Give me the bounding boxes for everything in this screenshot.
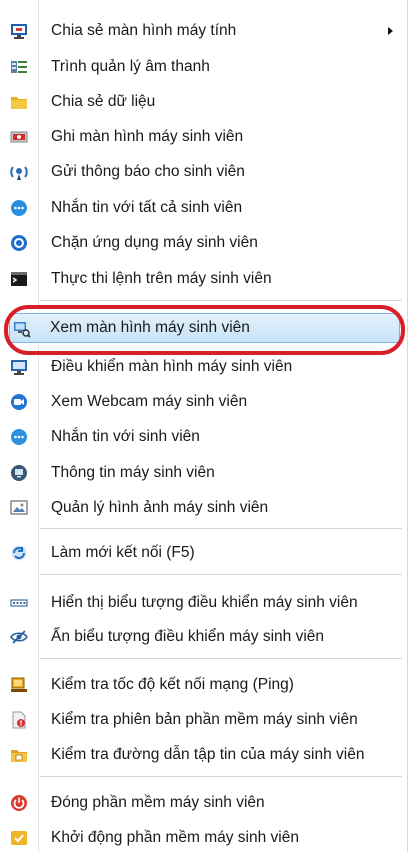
menu-item-execute-command[interactable]: Thực thi lệnh trên máy sinh viên <box>2 264 405 294</box>
start-app-icon <box>10 829 28 847</box>
menu-separator <box>40 528 402 529</box>
menu-separator <box>40 574 402 575</box>
menu-item-check-version[interactable]: Kiểm tra phiên bản phần mềm máy sinh viê… <box>2 705 405 735</box>
terminal-icon <box>10 270 28 288</box>
menu-item-label: Kiểm tra phiên bản phần mềm máy sinh viê… <box>51 711 358 728</box>
menu-item-share-data[interactable]: Chia sẻ dữ liệu <box>2 87 405 117</box>
menu-item-label: Chặn ứng dụng máy sinh viên <box>51 234 258 251</box>
menu-item-label: Ghi màn hình máy sinh viên <box>51 128 244 145</box>
power-icon <box>10 794 28 812</box>
monitor-share-icon <box>10 22 28 40</box>
menu-item-audio-manager[interactable]: Trình quản lý âm thanh <box>2 52 405 82</box>
menu-item-record-screen[interactable]: Ghi màn hình máy sinh viên <box>2 122 405 152</box>
menu-item-student-info[interactable]: Thông tin máy sinh viên <box>2 458 405 488</box>
menu-item-ping-test[interactable]: Kiểm tra tốc độ kết nối mạng (Ping) <box>2 670 405 700</box>
submenu-arrow-icon <box>388 27 393 35</box>
menu-item-show-control-icons[interactable]: Hiển thị biểu tượng điều khiển máy sinh … <box>2 588 405 618</box>
broadcast-icon <box>10 163 28 181</box>
menu-item-label: Thực thi lệnh trên máy sinh viên <box>51 270 272 287</box>
menu-item-label: Điều khiển màn hình máy sinh viên <box>51 358 293 375</box>
webcam-icon <box>10 393 28 411</box>
menu-item-label: Nhắn tin với sinh viên <box>51 428 200 445</box>
record-screen-icon <box>10 128 28 146</box>
menu-item-close-software[interactable]: Đóng phần mềm máy sinh viên <box>2 788 405 818</box>
menu-item-label: Trình quản lý âm thanh <box>51 58 210 75</box>
menu-item-label: Khởi động phần mềm máy sinh viên <box>51 829 299 846</box>
menu-item-send-notification[interactable]: Gửi thông báo cho sinh viên <box>2 157 405 187</box>
hide-icons-icon <box>10 628 28 646</box>
menu-item-label: Chia sẻ dữ liệu <box>51 93 156 110</box>
refresh-icon <box>10 544 28 562</box>
audio-manager-icon <box>10 58 28 76</box>
menu-separator <box>40 658 402 659</box>
menu-item-label: Xem Webcam máy sinh viên <box>51 393 248 410</box>
menu-item-label: Đóng phần mềm máy sinh viên <box>51 794 265 811</box>
menu-item-label: Kiểm tra tốc độ kết nối mạng (Ping) <box>51 676 294 693</box>
menu-item-label: Xem màn hình máy sinh viên <box>50 319 250 336</box>
menu-separator <box>40 300 402 301</box>
menu-item-label: Chia sẻ màn hình máy tính <box>51 22 237 39</box>
menu-item-remote-control[interactable]: Điều khiển màn hình máy sinh viên <box>2 352 405 382</box>
ping-icon <box>10 676 28 694</box>
context-menu: Chia sẻ màn hình máy tính Trình quản lý … <box>0 0 408 852</box>
chat-bubble-icon <box>10 199 28 217</box>
menu-item-label: Nhắn tin với tất cả sinh viên <box>51 199 243 216</box>
menu-item-check-file-path[interactable]: Kiểm tra đường dẫn tập tin của máy sinh … <box>2 740 405 770</box>
menu-item-block-apps[interactable]: Chặn ứng dụng máy sinh viên <box>2 228 405 258</box>
menu-item-label: Ẩn biểu tượng điều khiển máy sinh viên <box>51 628 325 645</box>
menu-item-label: Gửi thông báo cho sinh viên <box>51 163 245 180</box>
menu-item-start-software[interactable]: Khởi động phần mềm máy sinh viên <box>2 823 405 853</box>
menu-item-view-screen[interactable]: Xem màn hình máy sinh viên <box>9 313 400 343</box>
show-icons-icon <box>10 594 28 612</box>
view-screen-icon <box>13 320 31 338</box>
image-manager-icon <box>10 499 28 517</box>
menu-item-label: Quản lý hình ảnh máy sinh viên <box>51 499 269 516</box>
menu-item-label: Làm mới kết nối (F5) <box>51 544 195 561</box>
block-app-icon <box>10 234 28 252</box>
menu-item-refresh-connection[interactable]: Làm mới kết nối (F5) <box>2 538 405 568</box>
menu-item-share-screen[interactable]: Chia sẻ màn hình máy tính <box>2 16 405 46</box>
menu-item-label: Hiển thị biểu tượng điều khiển máy sinh … <box>51 594 358 611</box>
info-icon <box>10 464 28 482</box>
folder-icon <box>10 93 28 111</box>
menu-item-view-webcam[interactable]: Xem Webcam máy sinh viên <box>2 387 405 417</box>
menu-item-hide-control-icons[interactable]: Ẩn biểu tượng điều khiển máy sinh viên <box>2 622 405 652</box>
chat-bubble-icon <box>10 428 28 446</box>
menu-item-label: Kiểm tra đường dẫn tập tin của máy sinh … <box>51 746 365 763</box>
version-icon <box>10 711 28 729</box>
menu-item-label: Thông tin máy sinh viên <box>51 464 215 481</box>
menu-separator <box>40 776 402 777</box>
file-path-icon <box>10 746 28 764</box>
remote-control-icon <box>10 358 28 376</box>
menu-item-message-all[interactable]: Nhắn tin với tất cả sinh viên <box>2 193 405 223</box>
menu-item-image-manager[interactable]: Quản lý hình ảnh máy sinh viên <box>2 493 405 523</box>
menu-item-message-student[interactable]: Nhắn tin với sinh viên <box>2 422 405 452</box>
